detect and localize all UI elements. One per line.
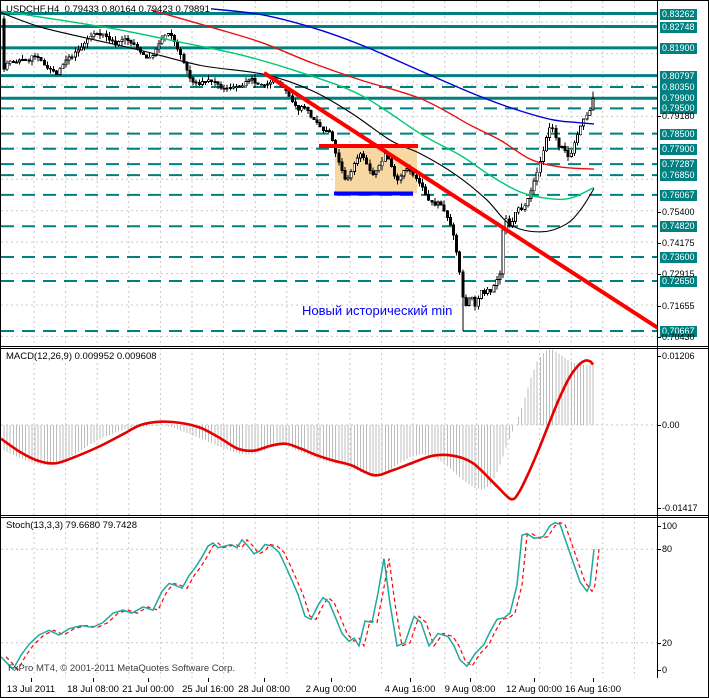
price-level-label: 0.83262: [660, 9, 697, 20]
time-axis-tick: [264, 678, 265, 682]
time-axis-label: 28 Jul 08:00: [238, 684, 290, 695]
vertical-gridlines: [33, 1, 635, 346]
price-level-label: 0.73600: [660, 252, 697, 263]
panel-separator[interactable]: [1, 515, 708, 516]
price-level-label: 0.76067: [660, 190, 697, 201]
price-axis-label: 0.72915: [662, 269, 695, 279]
panel-separator: [1, 348, 708, 349]
scale-tick: [657, 670, 661, 671]
time-axis-label: 18 Jul 08:00: [67, 684, 119, 695]
time-axis-tick: [93, 678, 94, 682]
price-level-label: 0.74820: [660, 221, 697, 232]
time-axis-label: 2 Aug 00:00: [305, 684, 357, 695]
price-axis-label: 0.75400: [662, 207, 695, 217]
stoch-axis-label: 0: [662, 665, 668, 675]
vertical-gridlines: [33, 348, 635, 515]
scale-tick: [657, 526, 661, 527]
copyright-text: FxPro MT4, © 2001-2011 MetaQuotes Softwa…: [8, 663, 236, 674]
scale-tick: [657, 212, 661, 213]
price-level-label: 0.77900: [660, 144, 697, 155]
macd-signal-line: [1, 359, 594, 501]
chart-annotation-text: Новый исторический min: [302, 303, 453, 318]
stoch-indicator-title: Stoch(13,3,3) 79.6680 79.7428: [6, 520, 137, 531]
stoch-signal-line: [5, 522, 600, 671]
stoch-panel[interactable]: [1, 517, 657, 678]
stoch-axis-label: 80: [662, 544, 673, 555]
time-axis-label: 25 Jul 16:00: [182, 684, 234, 695]
price-level-label: 0.77287: [660, 159, 697, 170]
macd-indicator-title: MACD(12,26,9) 0.009952 0.009608: [6, 351, 157, 362]
scale-tick: [657, 424, 661, 426]
macd-axis-label: 0.01206: [662, 351, 695, 361]
time-axis-label: 16 Aug 16:00: [565, 684, 621, 695]
price-chart-panel[interactable]: [1, 1, 657, 346]
price-axis-label: 0.70430: [662, 332, 695, 342]
time-axis-label: 13 Jul 2011: [6, 684, 56, 695]
stoch-axis-label: 100: [662, 521, 678, 531]
vertical-gridlines: [33, 517, 635, 678]
time-axis-label: 4 Aug 16:00: [384, 684, 436, 695]
chart-symbol-title: USDCHF,H4 0.79433 0.80164 0.79423 0.7989…: [6, 4, 210, 15]
time-axis-tick: [470, 678, 471, 682]
time-axis-tick: [534, 678, 535, 682]
time-axis-label: 12 Aug 00:00: [506, 684, 562, 695]
scale-tick: [657, 116, 661, 117]
time-axis-tick: [148, 678, 149, 682]
panel-separator: [1, 517, 708, 518]
price-axis-label: 0.71655: [662, 301, 695, 311]
price-level-label: 0.76850: [660, 170, 697, 181]
time-axis-tick: [208, 678, 209, 682]
scale-tick: [657, 549, 661, 551]
support-resistance-levels: [1, 12, 657, 332]
price-axis-label: 0.74175: [662, 238, 695, 248]
scale-tick: [657, 306, 661, 307]
price-axis-label: 0.79180: [662, 111, 695, 121]
macd-histogram: [3, 349, 594, 490]
scale-tick: [657, 356, 661, 357]
panel-separator[interactable]: [1, 346, 708, 347]
time-axis-tick: [410, 678, 411, 682]
ma-black-line: [1, 12, 595, 233]
descending-trendline[interactable]: [262, 71, 657, 334]
macd-axis-label: 0.00: [662, 419, 680, 430]
mt4-chart-window: USDCHF,H4 0.79433 0.80164 0.79423 0.7989…: [0, 0, 709, 698]
scale-tick: [657, 243, 661, 244]
price-level-label: 0.78500: [660, 129, 697, 140]
price-scale: 0.83262 0.82748 0.81900 0.80797 0.80350 0.799…: [657, 1, 708, 678]
time-axis-label: 21 Jul 00:00: [122, 684, 174, 695]
scale-tick: [657, 274, 661, 275]
price-level-label: 0.80797: [660, 71, 697, 82]
time-axis-tick: [331, 678, 332, 682]
time-axis-label: 9 Aug 08:00: [444, 684, 496, 695]
scale-tick: [657, 337, 661, 338]
time-axis-tick: [593, 678, 594, 682]
scale-tick: [657, 508, 661, 509]
stoch-axis-label: 20: [662, 637, 673, 648]
price-level-label: 0.81900: [660, 43, 697, 54]
candlestick-series: [2, 15, 595, 331]
macd-axis-label: -0.01417: [662, 503, 698, 513]
price-level-label: 0.80350: [660, 82, 697, 93]
scale-tick: [657, 642, 661, 644]
price-level-label: 0.82748: [660, 22, 697, 33]
stoch-main-line: [1, 521, 595, 671]
time-axis: 13 Jul 2011 18 Jul 08:00 21 Jul 00:00 25 Ju…: [1, 678, 708, 697]
time-axis-tick: [31, 678, 32, 682]
macd-panel[interactable]: [1, 348, 657, 515]
